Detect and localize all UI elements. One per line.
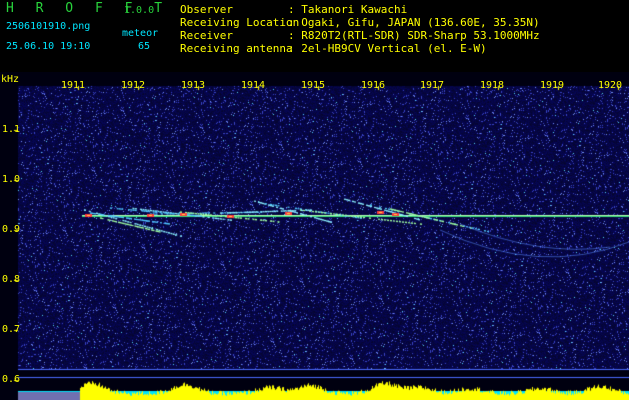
location-value: : Ogaki, Gifu, JAPAN (136.60E, 35.35N) — [288, 16, 540, 29]
y-tick-label: 1.0 — [2, 174, 21, 185]
app-version: 1.0.0 — [124, 5, 155, 16]
y-tick-label: 0.6 — [2, 374, 21, 385]
x-tick-label: 1918 — [480, 80, 505, 91]
mode-label: meteor — [122, 28, 159, 39]
x-tick-label: 1911 — [61, 80, 86, 91]
y-tick-label: 1.1 — [2, 124, 21, 135]
x-tick-label: 1914 — [241, 80, 266, 91]
y-tick-label: 0.8 — [2, 274, 21, 285]
antenna-label: Receiving antenna — [180, 42, 293, 55]
receiver-label: Receiver — [180, 29, 233, 42]
date-time: 25.06.10 19:10 — [6, 41, 91, 52]
observer-value: : Takanori Kawachi — [288, 3, 408, 16]
receiver-value: : R820T2(RTL-SDR) SDR-Sharp 53.1000MHz — [288, 29, 540, 42]
header-panel: H R O F F T 1.0.0 2506101910.png meteor … — [0, 0, 629, 72]
y-unit-label: kHz — [1, 74, 20, 85]
x-tick-label: 1919 — [540, 80, 565, 91]
x-tick-label: 1916 — [361, 80, 386, 91]
y-tick-label: 0.7 — [2, 324, 21, 335]
meteor-count: 65 — [138, 41, 151, 52]
file-name: 2506101910.png — [6, 21, 91, 32]
x-tick-label: 1915 — [301, 80, 326, 91]
location-label: Receiving Location — [180, 16, 300, 29]
x-tick-label: 1917 — [420, 80, 445, 91]
x-tick-label: 1920 — [598, 80, 623, 91]
x-tick-label: 1912 — [121, 80, 146, 91]
spectrogram-canvas — [0, 72, 629, 400]
antenna-value: : 2el-HB9CV Vertical (el. E-W) — [288, 42, 487, 55]
y-tick-label: 0.9 — [2, 224, 21, 235]
x-tick-label: 1913 — [181, 80, 206, 91]
observer-label: Observer — [180, 3, 233, 16]
